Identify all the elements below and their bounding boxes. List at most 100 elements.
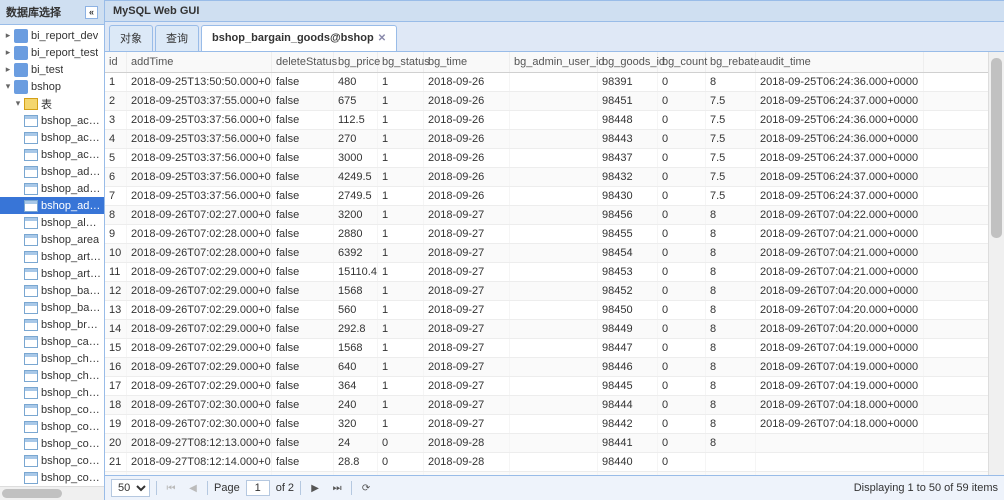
cell: 98443 xyxy=(598,130,658,148)
table-node[interactable]: bshop_activity xyxy=(0,129,104,146)
table-row[interactable]: 62018-09-25T03:37:56.000+0000false4249.5… xyxy=(105,168,988,187)
table-row[interactable]: 212018-09-27T08:12:14.000+0000false28.80… xyxy=(105,453,988,472)
table-row[interactable]: 162018-09-26T07:02:29.000+0000false64012… xyxy=(105,358,988,377)
table-node[interactable]: bshop_advert xyxy=(0,197,104,214)
cell: 98440 xyxy=(598,453,658,471)
collapse-icon[interactable]: « xyxy=(85,6,98,19)
next-page-button[interactable]: ▶ xyxy=(307,480,323,496)
db-node[interactable]: ▸bi_report_dev xyxy=(0,27,104,44)
folder-node[interactable]: ▾表 xyxy=(0,95,104,112)
table-row[interactable]: 202018-09-27T08:12:13.000+0000false24020… xyxy=(105,434,988,453)
column-header[interactable]: bg_admin_user_id xyxy=(510,52,598,72)
table-node[interactable]: bshop_bargain xyxy=(0,282,104,299)
cell: 2018-09-27 xyxy=(424,320,510,338)
column-header[interactable]: bg_price xyxy=(334,52,378,72)
cell: 2018-09-25T06:24:37.000+0000 xyxy=(756,187,924,205)
table-row[interactable]: 82018-09-26T07:02:27.000+0000false320012… xyxy=(105,206,988,225)
table-node[interactable]: bshop_complaint xyxy=(0,418,104,435)
cell: 2018-09-26 xyxy=(424,92,510,110)
cell: 7.5 xyxy=(706,130,756,148)
table-node[interactable]: bshop_chattinglog xyxy=(0,384,104,401)
cell: false xyxy=(272,73,334,91)
cell: 8 xyxy=(706,339,756,357)
page-size-select[interactable]: 50 xyxy=(111,479,150,497)
cell: 2018-09-28 xyxy=(424,434,510,452)
sidebar-hscroll[interactable] xyxy=(0,486,104,500)
table-row[interactable]: 12018-09-25T13:50:50.000+0000false480120… xyxy=(105,73,988,92)
table-node[interactable]: bshop_combin_log xyxy=(0,401,104,418)
column-header[interactable]: id xyxy=(105,52,127,72)
cell: 1 xyxy=(378,73,424,91)
first-page-button[interactable]: ⏮ xyxy=(163,480,179,496)
table-row[interactable]: 172018-09-26T07:02:29.000+0000false36412… xyxy=(105,377,988,396)
table-node[interactable]: bshop_address xyxy=(0,163,104,180)
cell: 5 xyxy=(105,149,127,167)
column-header[interactable]: deleteStatus xyxy=(272,52,334,72)
table-row[interactable]: 132018-09-26T07:02:29.000+0000false56012… xyxy=(105,301,988,320)
column-header[interactable]: bg_count xyxy=(658,52,706,72)
table-row[interactable]: 42018-09-25T03:37:56.000+0000false270120… xyxy=(105,130,988,149)
cell: 560 xyxy=(334,301,378,319)
table-row[interactable]: 122018-09-26T07:02:29.000+0000false15681… xyxy=(105,282,988,301)
db-node[interactable]: ▾bshop xyxy=(0,78,104,95)
tab[interactable]: 查询 xyxy=(155,25,199,51)
table-row[interactable]: 22018-09-25T03:37:55.000+0000false675120… xyxy=(105,92,988,111)
database-icon xyxy=(14,80,28,94)
table-node[interactable]: bshop_article xyxy=(0,248,104,265)
close-icon[interactable]: ✕ xyxy=(378,33,386,44)
table-row[interactable]: 92018-09-26T07:02:28.000+0000false288012… xyxy=(105,225,988,244)
table-node[interactable]: bshop_accessory xyxy=(0,112,104,129)
table-node[interactable]: bshop_complaint_g xyxy=(0,435,104,452)
table-node[interactable]: bshop_consult xyxy=(0,469,104,486)
cell: 2018-09-26T07:04:20.000+0000 xyxy=(756,320,924,338)
column-header[interactable]: bg_rebate xyxy=(706,52,756,72)
tab[interactable]: bshop_bargain_goods@bshop✕ xyxy=(201,25,397,51)
prev-page-button[interactable]: ◀ xyxy=(185,480,201,496)
cell: 640 xyxy=(334,358,378,376)
table-node[interactable]: bshop_chatting xyxy=(0,350,104,367)
table-icon xyxy=(24,149,38,161)
table-row[interactable]: 72018-09-25T03:37:56.000+0000false2749.5… xyxy=(105,187,988,206)
column-header[interactable]: bg_goods_id xyxy=(598,52,658,72)
column-header[interactable]: addTime xyxy=(127,52,272,72)
db-node[interactable]: ▸bi_test xyxy=(0,61,104,78)
table-node[interactable]: bshop_brandcategor xyxy=(0,316,104,333)
column-header[interactable]: audit_time xyxy=(756,52,924,72)
cell: 3000 xyxy=(334,149,378,167)
cell: 0 xyxy=(658,320,706,338)
table-node[interactable]: bshop_adv_pos xyxy=(0,180,104,197)
db-node[interactable]: ▸bi_report_test xyxy=(0,44,104,61)
cell: false xyxy=(272,130,334,148)
cell: 0 xyxy=(658,377,706,395)
cell: 98391 xyxy=(598,73,658,91)
table-icon xyxy=(24,404,38,416)
table-row[interactable]: 112018-09-26T07:02:29.000+0000false15110… xyxy=(105,263,988,282)
cell xyxy=(510,320,598,338)
table-node[interactable]: bshop_complaint_s xyxy=(0,452,104,469)
table-row[interactable]: 182018-09-26T07:02:30.000+0000false24012… xyxy=(105,396,988,415)
table-node[interactable]: bshop_chattingfrien xyxy=(0,367,104,384)
page-input[interactable] xyxy=(246,480,270,496)
column-header[interactable]: bg_status xyxy=(378,52,424,72)
table-row[interactable]: 32018-09-25T03:37:56.000+0000false112.51… xyxy=(105,111,988,130)
vertical-scrollbar[interactable] xyxy=(988,52,1004,475)
cell: 98448 xyxy=(598,111,658,129)
table-node[interactable]: bshop_area xyxy=(0,231,104,248)
cell: 0 xyxy=(658,73,706,91)
table-node[interactable]: bshop_cart_gsp xyxy=(0,333,104,350)
tab[interactable]: 对象 xyxy=(109,25,153,51)
refresh-button[interactable]: ⟳ xyxy=(358,480,374,496)
table-row[interactable]: 52018-09-25T03:37:56.000+0000false300012… xyxy=(105,149,988,168)
table-node[interactable]: bshop_articleclass xyxy=(0,265,104,282)
last-page-button[interactable]: ⏭ xyxy=(329,480,345,496)
table-row[interactable]: 142018-09-26T07:02:29.000+0000false292.8… xyxy=(105,320,988,339)
grid-body[interactable]: 12018-09-25T13:50:50.000+0000false480120… xyxy=(105,73,988,475)
table-node[interactable]: bshop_bargain_goo xyxy=(0,299,104,316)
table-node[interactable]: bshop_activity_goo xyxy=(0,146,104,163)
table-node[interactable]: bshop_album xyxy=(0,214,104,231)
table-row[interactable]: 152018-09-26T07:02:29.000+0000false15681… xyxy=(105,339,988,358)
column-header[interactable]: bg_time xyxy=(424,52,510,72)
cell: 8 xyxy=(706,415,756,433)
table-row[interactable]: 192018-09-26T07:02:30.000+0000false32012… xyxy=(105,415,988,434)
table-row[interactable]: 102018-09-26T07:02:28.000+0000false63921… xyxy=(105,244,988,263)
